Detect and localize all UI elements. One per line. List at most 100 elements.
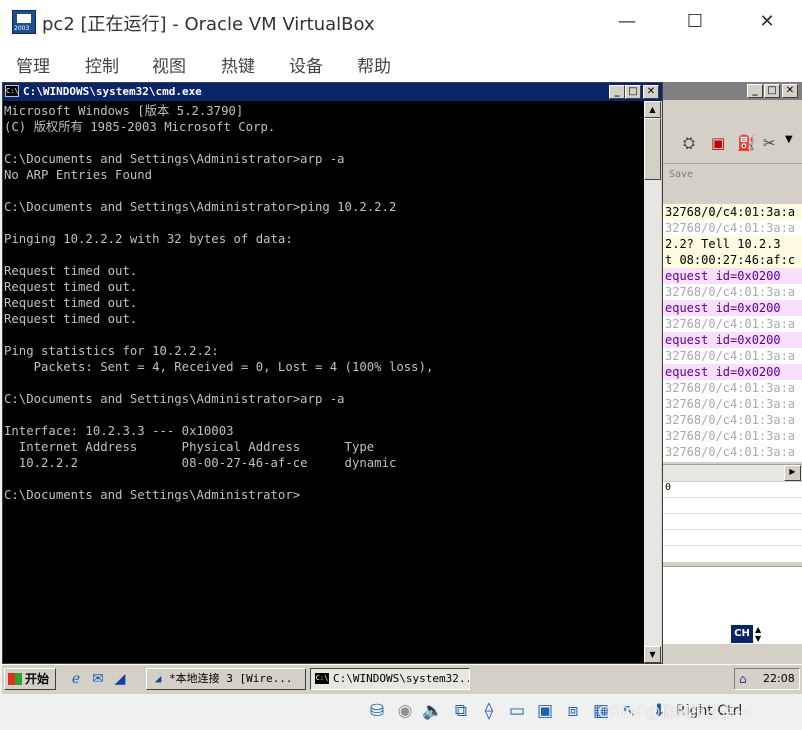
- network-tray-icon[interactable]: ⌂: [739, 672, 747, 686]
- console-line: Ping statistics for 10.2.2.2:: [4, 344, 219, 358]
- system-tray: ⌂ 22:08: [734, 668, 800, 690]
- packet-list-hscroll[interactable]: ▶: [663, 464, 802, 481]
- console-line: C:\Documents and Settings\Administrator>…: [4, 152, 345, 166]
- console-text[interactable]: Microsoft Windows [版本 5.2.3790] (C) 版权所有 …: [4, 103, 644, 503]
- packet-detail-line: 0: [663, 482, 802, 498]
- optical-drive-icon[interactable]: ◉: [394, 700, 416, 722]
- wireshark-minimize-button[interactable]: _: [747, 84, 763, 98]
- show-desktop-icon[interactable]: ◢: [112, 671, 128, 687]
- ime-arrows-icon[interactable]: ▲ ▼: [755, 625, 761, 643]
- console-line: Request timed out.: [4, 296, 138, 310]
- shared-folders-icon[interactable]: ▭: [506, 700, 528, 722]
- cmd-title: C:\WINDOWS\system32\cmd.exe: [23, 85, 202, 98]
- cmd-minimize-button[interactable]: _: [609, 85, 625, 99]
- menu-control[interactable]: 控制: [85, 52, 119, 77]
- virtualbox-menubar: 管理 控制 视图 热键 设备 帮助: [0, 44, 802, 82]
- packet-row[interactable]: t 08:00:27:46:af:c: [663, 252, 802, 268]
- wireshark-close-button[interactable]: ✕: [782, 84, 798, 98]
- packet-detail-line: [663, 530, 802, 546]
- virtualbox-titlebar: 2003 pc2 [正在运行] - Oracle VM VirtualBox —…: [0, 0, 802, 44]
- network-icon[interactable]: ⧉: [450, 700, 472, 722]
- packet-row[interactable]: 32768/0/c4:01:3a:a: [663, 348, 802, 364]
- window-title: pc2 [正在运行] - Oracle VM VirtualBox: [42, 14, 375, 35]
- console-line: Internet Address Physical Address Type: [4, 440, 375, 454]
- packet-details-pane[interactable]: 0: [663, 482, 802, 562]
- console-line: Request timed out.: [4, 312, 138, 326]
- outlook-express-icon[interactable]: ✉: [90, 671, 106, 687]
- packet-row[interactable]: 32768/0/c4:01:3a:a: [663, 220, 802, 236]
- maximize-button[interactable]: ☐: [672, 8, 718, 36]
- packet-row[interactable]: 32768/0/c4:01:3a:a: [663, 284, 802, 300]
- taskbar-item-cmd[interactable]: C:\ C:\WINDOWS\system32...: [310, 668, 470, 690]
- cmd-window[interactable]: C:\ C:\WINDOWS\system32\cmd.exe _ □ ✕ Mi…: [2, 82, 663, 664]
- filter-save-button[interactable]: Save: [669, 169, 693, 180]
- restart-capture-icon[interactable]: ⛽: [737, 134, 756, 152]
- cmd-close-button[interactable]: ✕: [643, 85, 659, 99]
- packet-row[interactable]: 32768/0/c4:01:3a:a: [663, 444, 802, 460]
- watermark-text: CSDN @像风报不住~: [598, 703, 749, 721]
- scroll-up-arrow-icon[interactable]: ▲: [644, 101, 661, 118]
- taskbar-item-wireshark[interactable]: ◢ *本地连接 3 [Wire...: [146, 668, 306, 690]
- console-output[interactable]: Microsoft Windows [版本 5.2.3790] (C) 版权所有 …: [3, 101, 644, 663]
- cmd-titlebar[interactable]: C:\ C:\WINDOWS\system32\cmd.exe _ □ ✕: [3, 83, 662, 101]
- packet-row[interactable]: 32768/0/c4:01:3a:a: [663, 380, 802, 396]
- menu-devices[interactable]: 设备: [289, 52, 323, 77]
- stop-capture-icon[interactable]: ▣: [711, 134, 725, 152]
- console-line: Pinging 10.2.2.2 with 32 bytes of data:: [4, 232, 293, 246]
- packet-list[interactable]: 32768/0/c4:01:3a:a 32768/0/c4:01:3a:a 2.2?…: [663, 204, 802, 462]
- internet-explorer-icon[interactable]: ℯ: [68, 671, 84, 687]
- ime-language-indicator[interactable]: CH: [731, 625, 753, 643]
- console-line: Interface: 10.2.3.3 --- 0x10003: [4, 424, 234, 438]
- console-line: (C) 版权所有 1985-2003 Microsoft Corp.: [4, 120, 276, 134]
- console-line: 10.2.2.2 08-00-27-46-af-ce dynamic: [4, 456, 397, 470]
- hard-disk-icon[interactable]: ⛁: [366, 700, 388, 722]
- wireshark-toolbar: ⛭ ▣ ⛽ ✂ ▼: [663, 122, 802, 164]
- audio-icon[interactable]: 🔈: [422, 700, 444, 722]
- menu-hotkeys[interactable]: 热键: [221, 52, 255, 77]
- cmd-maximize-button[interactable]: □: [625, 85, 641, 99]
- capture-filter-icon[interactable]: ✂: [763, 134, 776, 152]
- menu-help[interactable]: 帮助: [357, 52, 391, 77]
- console-line: Request timed out.: [4, 280, 138, 294]
- scroll-down-arrow-icon[interactable]: ▼: [644, 646, 661, 663]
- guest-screen[interactable]: _ □ ✕ ⛭ ▣ ⛽ ✂ ▼ Save 32768/0/c4:01:3a:a 3…: [2, 82, 802, 694]
- cmd-app-icon[interactable]: C:\: [5, 85, 19, 97]
- menu-view[interactable]: 视图: [152, 52, 186, 77]
- capture-options-icon[interactable]: ⛭: [683, 134, 695, 152]
- packet-row[interactable]: equest id=0x0200: [663, 300, 802, 316]
- toolbar-dropdown-icon[interactable]: ▼: [785, 134, 793, 145]
- wireshark-maximize-button[interactable]: □: [764, 84, 780, 98]
- menu-manage[interactable]: 管理: [16, 52, 50, 77]
- wireshark-window[interactable]: _ □ ✕ ⛭ ▣ ⛽ ✂ ▼ Save 32768/0/c4:01:3a:a 3…: [663, 82, 802, 664]
- scroll-right-arrow-icon[interactable]: ▶: [784, 465, 801, 481]
- display-icon[interactable]: ▣: [534, 700, 556, 722]
- packet-row[interactable]: equest id=0x0200: [663, 268, 802, 284]
- wireshark-titlebar[interactable]: _ □ ✕: [663, 82, 802, 100]
- packet-row[interactable]: 32768/0/c4:01:3a:a: [663, 204, 802, 220]
- display-filter-bar: Save: [663, 164, 802, 190]
- packet-row[interactable]: equest id=0x0200: [663, 364, 802, 380]
- taskbar: 开始 ℯ ✉ ◢ ◢ *本地连接 3 [Wire... C:\ C:\WINDO…: [2, 664, 802, 694]
- packet-row[interactable]: 32768/0/c4:01:3a:a: [663, 412, 802, 428]
- scroll-thumb[interactable]: [644, 118, 661, 180]
- packet-row[interactable]: 32768/0/c4:01:3a:a: [663, 316, 802, 332]
- packet-row[interactable]: equest id=0x0200: [663, 332, 802, 348]
- close-button[interactable]: ✕: [744, 8, 790, 36]
- packet-row[interactable]: 2.2? Tell 10.2.3: [663, 236, 802, 252]
- usb-icon[interactable]: ⟠: [478, 700, 500, 722]
- console-line: C:\Documents and Settings\Administrator>…: [4, 392, 345, 406]
- console-line: Microsoft Windows [版本 5.2.3790]: [4, 104, 244, 118]
- packet-row[interactable]: 32768/0/c4:01:3a:a: [663, 428, 802, 444]
- windows-flag-icon: [8, 673, 22, 685]
- cmd-vertical-scrollbar[interactable]: ▲ ▼: [644, 101, 661, 663]
- tray-clock[interactable]: 22:08: [763, 669, 795, 689]
- packet-row[interactable]: 32768/0/c4:01:3a:a: [663, 396, 802, 412]
- start-button[interactable]: 开始: [4, 668, 56, 690]
- video-capture-icon[interactable]: ⧈: [562, 700, 584, 722]
- minimize-button[interactable]: —: [604, 8, 650, 36]
